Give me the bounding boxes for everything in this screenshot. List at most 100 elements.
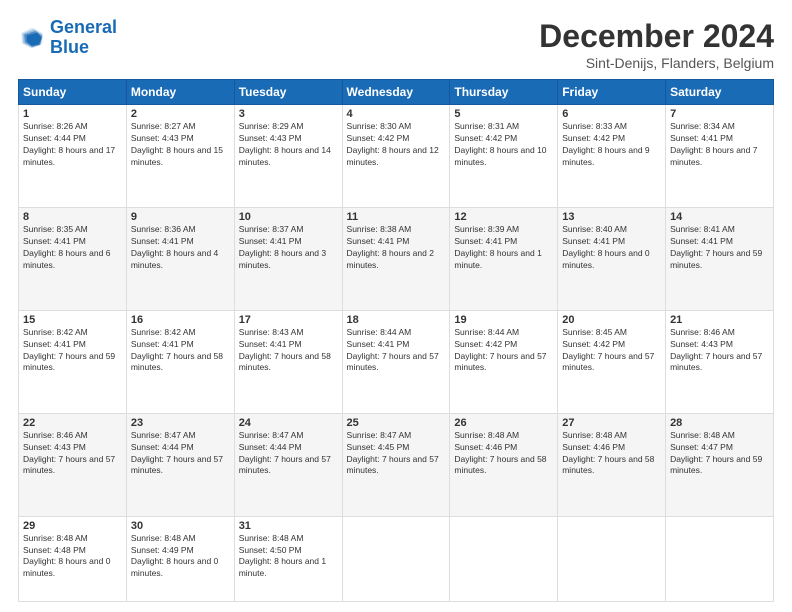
header-tuesday: Tuesday bbox=[234, 80, 342, 105]
day-info: Sunrise: 8:48 AMSunset: 4:48 PMDaylight:… bbox=[23, 533, 122, 581]
week-row-1: 1Sunrise: 8:26 AMSunset: 4:44 PMDaylight… bbox=[19, 105, 774, 208]
calendar-cell: 7Sunrise: 8:34 AMSunset: 4:41 PMDaylight… bbox=[666, 105, 774, 208]
calendar-cell: 8Sunrise: 8:35 AMSunset: 4:41 PMDaylight… bbox=[19, 207, 127, 310]
day-info: Sunrise: 8:48 AMSunset: 4:46 PMDaylight:… bbox=[562, 430, 661, 478]
logo-icon bbox=[18, 24, 46, 52]
day-number: 12 bbox=[454, 211, 553, 223]
day-info: Sunrise: 8:38 AMSunset: 4:41 PMDaylight:… bbox=[347, 224, 446, 272]
week-row-3: 15Sunrise: 8:42 AMSunset: 4:41 PMDayligh… bbox=[19, 310, 774, 413]
day-number: 20 bbox=[562, 314, 661, 326]
calendar-cell: 3Sunrise: 8:29 AMSunset: 4:43 PMDaylight… bbox=[234, 105, 342, 208]
calendar-cell: 1Sunrise: 8:26 AMSunset: 4:44 PMDaylight… bbox=[19, 105, 127, 208]
day-number: 13 bbox=[562, 211, 661, 223]
day-info: Sunrise: 8:47 AMSunset: 4:44 PMDaylight:… bbox=[239, 430, 338, 478]
day-info: Sunrise: 8:36 AMSunset: 4:41 PMDaylight:… bbox=[131, 224, 230, 272]
calendar-cell: 18Sunrise: 8:44 AMSunset: 4:41 PMDayligh… bbox=[342, 310, 450, 413]
day-number: 10 bbox=[239, 211, 338, 223]
day-info: Sunrise: 8:33 AMSunset: 4:42 PMDaylight:… bbox=[562, 121, 661, 169]
day-info: Sunrise: 8:48 AMSunset: 4:47 PMDaylight:… bbox=[670, 430, 769, 478]
calendar-cell: 12Sunrise: 8:39 AMSunset: 4:41 PMDayligh… bbox=[450, 207, 558, 310]
day-info: Sunrise: 8:45 AMSunset: 4:42 PMDaylight:… bbox=[562, 327, 661, 375]
day-number: 7 bbox=[670, 108, 769, 120]
day-number: 11 bbox=[347, 211, 446, 223]
day-number: 24 bbox=[239, 417, 338, 429]
day-info: Sunrise: 8:42 AMSunset: 4:41 PMDaylight:… bbox=[23, 327, 122, 375]
day-number: 3 bbox=[239, 108, 338, 120]
header-thursday: Thursday bbox=[450, 80, 558, 105]
calendar-cell: 19Sunrise: 8:44 AMSunset: 4:42 PMDayligh… bbox=[450, 310, 558, 413]
day-number: 29 bbox=[23, 520, 122, 532]
calendar-cell bbox=[558, 516, 666, 601]
calendar-cell: 20Sunrise: 8:45 AMSunset: 4:42 PMDayligh… bbox=[558, 310, 666, 413]
day-number: 23 bbox=[131, 417, 230, 429]
header: General Blue December 2024 Sint-Denijs, … bbox=[18, 18, 774, 71]
day-number: 6 bbox=[562, 108, 661, 120]
day-number: 16 bbox=[131, 314, 230, 326]
day-number: 30 bbox=[131, 520, 230, 532]
day-number: 21 bbox=[670, 314, 769, 326]
logo-text: General Blue bbox=[50, 18, 117, 58]
day-info: Sunrise: 8:30 AMSunset: 4:42 PMDaylight:… bbox=[347, 121, 446, 169]
calendar-cell: 13Sunrise: 8:40 AMSunset: 4:41 PMDayligh… bbox=[558, 207, 666, 310]
header-saturday: Saturday bbox=[666, 80, 774, 105]
calendar-cell: 14Sunrise: 8:41 AMSunset: 4:41 PMDayligh… bbox=[666, 207, 774, 310]
day-info: Sunrise: 8:27 AMSunset: 4:43 PMDaylight:… bbox=[131, 121, 230, 169]
day-number: 8 bbox=[23, 211, 122, 223]
day-info: Sunrise: 8:47 AMSunset: 4:45 PMDaylight:… bbox=[347, 430, 446, 478]
day-info: Sunrise: 8:39 AMSunset: 4:41 PMDaylight:… bbox=[454, 224, 553, 272]
calendar-cell: 4Sunrise: 8:30 AMSunset: 4:42 PMDaylight… bbox=[342, 105, 450, 208]
day-info: Sunrise: 8:48 AMSunset: 4:49 PMDaylight:… bbox=[131, 533, 230, 581]
day-number: 15 bbox=[23, 314, 122, 326]
day-info: Sunrise: 8:44 AMSunset: 4:41 PMDaylight:… bbox=[347, 327, 446, 375]
calendar-cell: 21Sunrise: 8:46 AMSunset: 4:43 PMDayligh… bbox=[666, 310, 774, 413]
calendar-cell: 9Sunrise: 8:36 AMSunset: 4:41 PMDaylight… bbox=[126, 207, 234, 310]
calendar-cell: 25Sunrise: 8:47 AMSunset: 4:45 PMDayligh… bbox=[342, 413, 450, 516]
title-block: December 2024 Sint-Denijs, Flanders, Bel… bbox=[539, 18, 774, 71]
day-number: 17 bbox=[239, 314, 338, 326]
day-number: 2 bbox=[131, 108, 230, 120]
day-number: 27 bbox=[562, 417, 661, 429]
calendar-cell: 5Sunrise: 8:31 AMSunset: 4:42 PMDaylight… bbox=[450, 105, 558, 208]
calendar-cell bbox=[342, 516, 450, 601]
logo: General Blue bbox=[18, 18, 117, 58]
day-number: 31 bbox=[239, 520, 338, 532]
day-info: Sunrise: 8:42 AMSunset: 4:41 PMDaylight:… bbox=[131, 327, 230, 375]
day-number: 14 bbox=[670, 211, 769, 223]
day-info: Sunrise: 8:29 AMSunset: 4:43 PMDaylight:… bbox=[239, 121, 338, 169]
main-title: December 2024 bbox=[539, 18, 774, 55]
calendar-cell: 23Sunrise: 8:47 AMSunset: 4:44 PMDayligh… bbox=[126, 413, 234, 516]
calendar-cell: 27Sunrise: 8:48 AMSunset: 4:46 PMDayligh… bbox=[558, 413, 666, 516]
day-info: Sunrise: 8:41 AMSunset: 4:41 PMDaylight:… bbox=[670, 224, 769, 272]
header-friday: Friday bbox=[558, 80, 666, 105]
day-info: Sunrise: 8:48 AMSunset: 4:46 PMDaylight:… bbox=[454, 430, 553, 478]
calendar-cell: 29Sunrise: 8:48 AMSunset: 4:48 PMDayligh… bbox=[19, 516, 127, 601]
day-number: 25 bbox=[347, 417, 446, 429]
day-info: Sunrise: 8:26 AMSunset: 4:44 PMDaylight:… bbox=[23, 121, 122, 169]
day-info: Sunrise: 8:34 AMSunset: 4:41 PMDaylight:… bbox=[670, 121, 769, 169]
week-row-2: 8Sunrise: 8:35 AMSunset: 4:41 PMDaylight… bbox=[19, 207, 774, 310]
day-info: Sunrise: 8:46 AMSunset: 4:43 PMDaylight:… bbox=[23, 430, 122, 478]
subtitle: Sint-Denijs, Flanders, Belgium bbox=[539, 55, 774, 71]
day-info: Sunrise: 8:47 AMSunset: 4:44 PMDaylight:… bbox=[131, 430, 230, 478]
calendar-cell: 31Sunrise: 8:48 AMSunset: 4:50 PMDayligh… bbox=[234, 516, 342, 601]
calendar-table: Sunday Monday Tuesday Wednesday Thursday… bbox=[18, 79, 774, 602]
calendar-cell bbox=[666, 516, 774, 601]
calendar-cell: 10Sunrise: 8:37 AMSunset: 4:41 PMDayligh… bbox=[234, 207, 342, 310]
calendar-cell: 2Sunrise: 8:27 AMSunset: 4:43 PMDaylight… bbox=[126, 105, 234, 208]
day-info: Sunrise: 8:44 AMSunset: 4:42 PMDaylight:… bbox=[454, 327, 553, 375]
calendar-cell: 11Sunrise: 8:38 AMSunset: 4:41 PMDayligh… bbox=[342, 207, 450, 310]
calendar-cell bbox=[450, 516, 558, 601]
calendar-cell: 24Sunrise: 8:47 AMSunset: 4:44 PMDayligh… bbox=[234, 413, 342, 516]
day-number: 18 bbox=[347, 314, 446, 326]
calendar-cell: 30Sunrise: 8:48 AMSunset: 4:49 PMDayligh… bbox=[126, 516, 234, 601]
header-sunday: Sunday bbox=[19, 80, 127, 105]
calendar-cell: 26Sunrise: 8:48 AMSunset: 4:46 PMDayligh… bbox=[450, 413, 558, 516]
calendar-cell: 6Sunrise: 8:33 AMSunset: 4:42 PMDaylight… bbox=[558, 105, 666, 208]
day-info: Sunrise: 8:31 AMSunset: 4:42 PMDaylight:… bbox=[454, 121, 553, 169]
day-info: Sunrise: 8:43 AMSunset: 4:41 PMDaylight:… bbox=[239, 327, 338, 375]
day-number: 1 bbox=[23, 108, 122, 120]
day-number: 5 bbox=[454, 108, 553, 120]
page: General Blue December 2024 Sint-Denijs, … bbox=[0, 0, 792, 612]
calendar-cell: 15Sunrise: 8:42 AMSunset: 4:41 PMDayligh… bbox=[19, 310, 127, 413]
day-number: 19 bbox=[454, 314, 553, 326]
